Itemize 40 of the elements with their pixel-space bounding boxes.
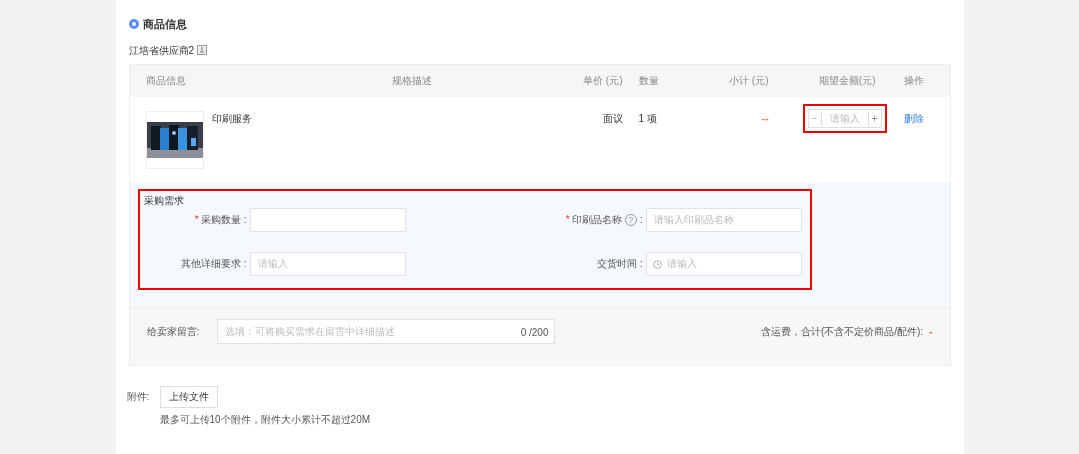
required-mark: *	[565, 213, 570, 227]
text-field[interactable]: 请输入	[249, 251, 406, 276]
label-colon: :	[243, 213, 247, 227]
increment-button[interactable]: +	[867, 110, 881, 126]
date-field[interactable]: 请输入	[645, 251, 802, 276]
field-label: 交货时间	[596, 257, 637, 271]
unit-price: 面议	[601, 111, 624, 126]
column-header: 数量	[637, 74, 660, 88]
product-name: 印刷服务	[211, 111, 252, 126]
required-mark: *	[194, 213, 199, 227]
subtotal: --	[760, 111, 770, 126]
supplier-name: 江培省供应商2	[128, 43, 195, 58]
field-label: 采购数量	[200, 213, 241, 227]
label-colon: :	[639, 257, 643, 271]
amount-stepper[interactable]: − 请输入 +	[807, 108, 882, 128]
total-value: -	[929, 324, 933, 339]
label-colon: :	[639, 213, 643, 227]
column-header: 单价 (元)	[582, 74, 624, 88]
column-header: 小计 (元)	[728, 74, 770, 88]
amount-input[interactable]: 请输入	[821, 110, 868, 126]
column-header: 期望金额(元)	[817, 74, 877, 88]
total-label: 含运费，合计(不含不定价商品/配件):	[760, 324, 924, 339]
decrement-button[interactable]: −	[808, 110, 822, 126]
requirements-title: 采购需求	[143, 193, 185, 208]
attachment-label: 附件:	[126, 390, 151, 404]
column-header: 操作	[902, 74, 925, 88]
upload-button[interactable]: 上传文件	[159, 385, 218, 408]
message-label: 给卖家留言:	[146, 324, 201, 339]
shop-icon	[197, 45, 208, 55]
attachment-hint: 最多可上传10个附件，附件大小累计不超过20M	[159, 412, 372, 427]
field-label: 其他详细要求	[180, 257, 241, 271]
character-counter: 0 /200	[520, 325, 549, 340]
quantity: 1 项	[637, 111, 658, 126]
section-title: 商品信息	[142, 17, 187, 32]
field-label: 印刷品名称	[571, 213, 622, 227]
label-colon: :	[243, 257, 247, 271]
delete-link[interactable]: 删除	[891, 110, 952, 126]
column-header: 商品信息	[144, 74, 187, 88]
column-header: 规格描述	[391, 74, 433, 88]
text-field[interactable]	[249, 207, 406, 232]
